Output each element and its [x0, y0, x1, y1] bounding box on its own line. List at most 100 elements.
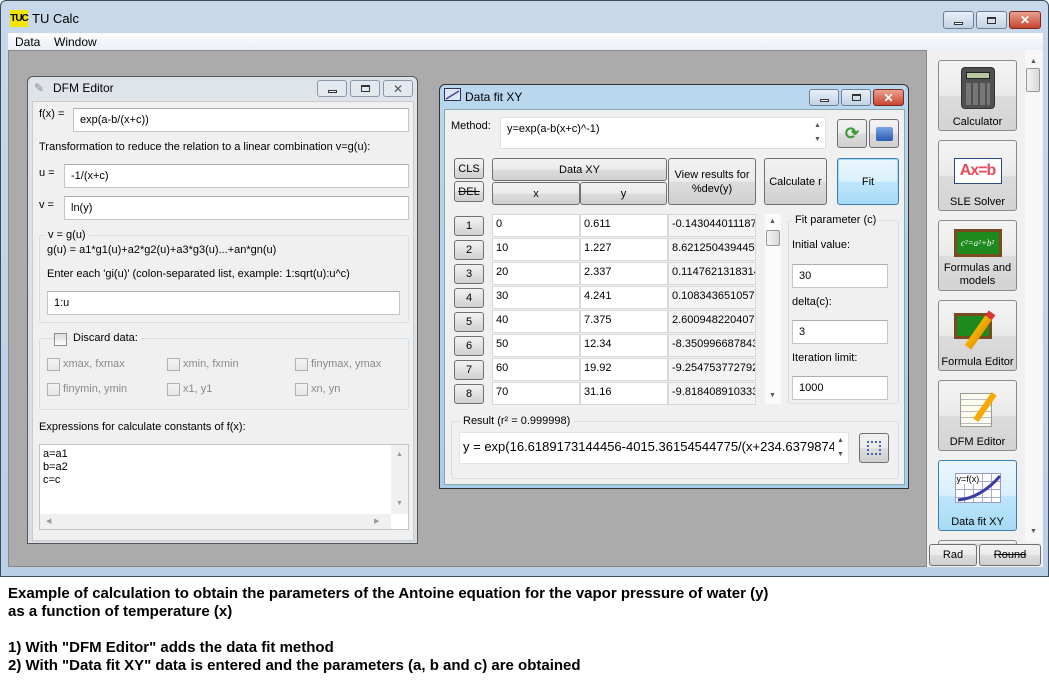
minimize-button[interactable]	[943, 11, 974, 29]
finymin-checkbox[interactable]	[47, 383, 60, 396]
scroll-left-icon[interactable]: ◀	[46, 518, 51, 526]
calculate-r-button[interactable]: Calculate r	[764, 158, 827, 205]
finymax-checkbox[interactable]	[295, 358, 308, 371]
y-cell[interactable]: 1.227	[580, 238, 668, 261]
data-xy-header[interactable]: Data XY	[492, 158, 667, 181]
x-column-header[interactable]: x	[492, 182, 580, 205]
rad-button[interactable]: Rad	[929, 544, 977, 566]
sidebar-item-calculator[interactable]: Calculator	[938, 60, 1017, 131]
window-toggle-button[interactable]	[869, 119, 899, 148]
del-button[interactable]: DEL	[454, 181, 484, 202]
expressions-vscroll[interactable]: ▲ ▼	[391, 445, 408, 514]
y-cell[interactable]: 2.337	[580, 262, 668, 285]
initial-value-input[interactable]: 30	[792, 264, 888, 288]
cls-button[interactable]: CLS	[454, 158, 484, 179]
fx-input[interactable]: exp(a-b/(x+c))	[73, 108, 409, 132]
iteration-limit-label: Iteration limit:	[792, 352, 858, 364]
round-button[interactable]: Round	[979, 544, 1041, 566]
row-number-button[interactable]: 7	[454, 360, 484, 380]
method-spinner[interactable]: ▲ ▼	[811, 118, 825, 148]
y-cell[interactable]: 12.34	[580, 334, 668, 357]
v-input[interactable]: ln(y)	[64, 196, 409, 220]
y-cell[interactable]: 7.375	[580, 310, 668, 333]
x-cell[interactable]: 0	[492, 214, 580, 237]
dfm-minimize-button[interactable]	[317, 80, 347, 97]
scroll-thumb[interactable]	[766, 230, 780, 246]
row-number-button[interactable]: 4	[454, 288, 484, 308]
fx-label: f(x) =	[39, 108, 65, 120]
scroll-up-icon[interactable]: ▲	[396, 451, 403, 459]
refresh-button[interactable]: ⟳	[837, 119, 867, 148]
menu-data[interactable]: Data	[15, 35, 40, 49]
result-spinner[interactable]: ▲ ▼	[834, 433, 848, 463]
y-cell[interactable]: 31.16	[580, 382, 668, 405]
sidebar-item-formula-editor[interactable]: Formula Editor	[938, 300, 1017, 371]
delta-c-input[interactable]: 3	[792, 320, 888, 344]
datafit-close-button[interactable]: ✕	[873, 89, 904, 106]
iteration-limit-input[interactable]: 1000	[792, 376, 888, 400]
gi-input[interactable]: 1:u	[47, 291, 400, 315]
row-number-button[interactable]: 6	[454, 336, 484, 356]
method-select[interactable]: y=exp(a-b(x+c)^-1)	[500, 117, 826, 149]
row-number-button[interactable]: 2	[454, 240, 484, 260]
y-cell[interactable]: 4.241	[580, 286, 668, 309]
x-cell[interactable]: 50	[492, 334, 580, 357]
x1-checkbox[interactable]	[167, 383, 180, 396]
row-number-button[interactable]: 8	[454, 384, 484, 404]
sidebar-item-data-fit-xy[interactable]: y=f(x) Data fit XY	[938, 460, 1017, 531]
expression-line: c=c	[43, 474, 61, 486]
y-column-header[interactable]: y	[580, 182, 667, 205]
close-icon: ✕	[1019, 13, 1031, 27]
scroll-down-icon[interactable]: ▼	[396, 500, 403, 508]
delta-c-label: delta(c):	[792, 296, 832, 308]
xmin-checkbox[interactable]	[167, 358, 180, 371]
sidebar-item-sle-solver[interactable]: Ax=b SLE Solver	[938, 140, 1017, 211]
maximize-button[interactable]	[976, 11, 1007, 29]
datafit-minimize-button[interactable]	[809, 89, 839, 106]
discard-data-checkbox[interactable]	[54, 333, 67, 346]
sidebar-item-formulas-models[interactable]: c²=a²+b² Formulas and models	[938, 220, 1017, 291]
expand-result-button[interactable]	[859, 433, 889, 463]
row-number-button[interactable]: 3	[454, 264, 484, 284]
u-input[interactable]: -1/(x+c)	[64, 164, 409, 188]
y-cell[interactable]: 0.611	[580, 214, 668, 237]
x-cell[interactable]: 40	[492, 310, 580, 333]
y-cell[interactable]: 19.92	[580, 358, 668, 381]
calculator-icon	[960, 67, 995, 109]
fit-button[interactable]: Fit	[837, 158, 899, 205]
x-cell[interactable]: 70	[492, 382, 580, 405]
sidebar-item-dfm-editor[interactable]: DFM Editor	[938, 380, 1017, 451]
scroll-down-icon[interactable]: ▼	[1030, 528, 1037, 536]
x-cell[interactable]: 30	[492, 286, 580, 309]
x-cell[interactable]: 60	[492, 358, 580, 381]
x-cell[interactable]: 10	[492, 238, 580, 261]
dfm-maximize-button[interactable]	[350, 80, 380, 97]
spin-up-icon[interactable]: ▲	[837, 437, 844, 445]
sidebar-scrollbar[interactable]: ▲ ▼	[1025, 50, 1042, 542]
scroll-right-icon[interactable]: ▶	[374, 518, 379, 526]
expressions-textarea[interactable]: a=a1 b=a2 c=c ▲ ▼ ◀ ▶	[39, 444, 409, 530]
xmax-checkbox[interactable]	[47, 358, 60, 371]
spin-down-icon[interactable]: ▼	[837, 451, 844, 459]
scroll-up-icon[interactable]: ▲	[1030, 58, 1037, 66]
scroll-thumb[interactable]	[1026, 68, 1040, 92]
expressions-hscroll[interactable]: ◀ ▶	[40, 514, 391, 529]
menu-window[interactable]: Window	[54, 35, 97, 49]
result-output[interactable]: y = exp(16.6189173144456-4015.3615454477…	[459, 432, 849, 464]
scroll-up-icon[interactable]: ▲	[769, 218, 776, 226]
sidebar-item-label: Formulas and models	[943, 262, 1012, 287]
spin-up-icon[interactable]: ▲	[814, 122, 821, 130]
close-button[interactable]: ✕	[1009, 11, 1041, 29]
dfm-close-button[interactable]: ✕	[383, 80, 413, 97]
x-cell[interactable]: 20	[492, 262, 580, 285]
data-fit-title: Data fit XY	[465, 90, 523, 104]
row-number-button[interactable]: 1	[454, 216, 484, 236]
scroll-down-icon[interactable]: ▼	[769, 392, 776, 400]
datafit-maximize-button[interactable]	[841, 89, 871, 106]
view-results-button[interactable]: View results for %dev(y)	[668, 158, 756, 205]
refresh-icon: ⟳	[844, 123, 860, 143]
spin-down-icon[interactable]: ▼	[814, 136, 821, 144]
row-number-button[interactable]: 5	[454, 312, 484, 332]
xn-checkbox[interactable]	[295, 383, 308, 396]
table-vscroll[interactable]: ▲ ▼	[765, 214, 781, 404]
